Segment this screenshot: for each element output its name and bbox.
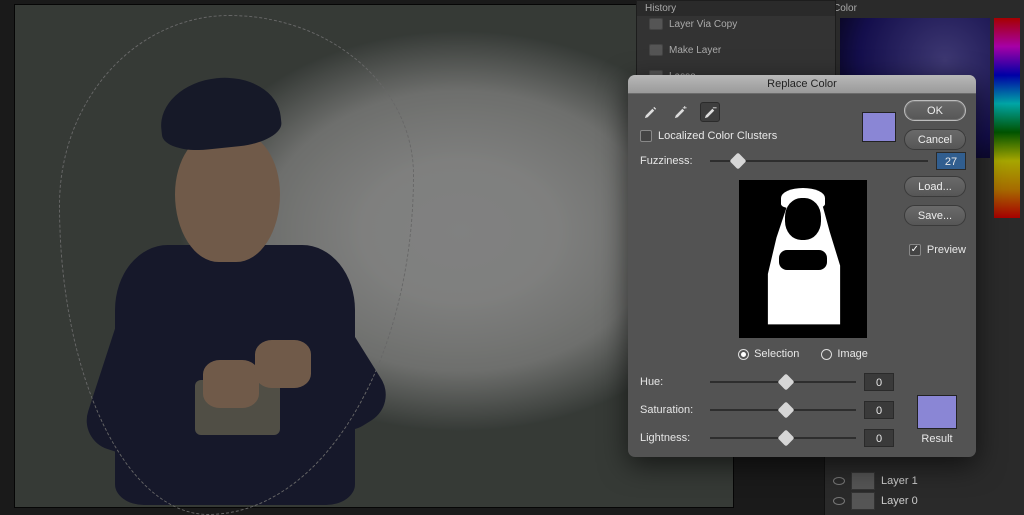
mode-selection-radio[interactable]: Selection (738, 348, 799, 360)
saturation-value[interactable]: 0 (864, 401, 894, 419)
layer-label: Layer 1 (881, 475, 918, 487)
layer-label: Layer 0 (881, 495, 918, 507)
save-button[interactable]: Save... (904, 205, 966, 226)
history-item[interactable]: Make Layer (637, 42, 835, 58)
localized-clusters-checkbox[interactable] (640, 130, 652, 142)
source-color-swatch[interactable] (862, 112, 896, 142)
lightness-value[interactable]: 0 (864, 429, 894, 447)
history-item[interactable]: Layer Via Copy (637, 16, 835, 32)
visibility-icon[interactable] (833, 477, 845, 485)
selection-preview[interactable] (739, 180, 867, 338)
history-step-icon (649, 44, 663, 56)
history-panel-title: History (637, 1, 835, 16)
document-canvas[interactable] (14, 4, 734, 508)
lightness-slider[interactable] (710, 431, 856, 445)
hue-spectrum[interactable] (994, 18, 1020, 218)
result-label: Result (908, 433, 966, 445)
lasso-selection-outline (59, 15, 414, 515)
ok-button[interactable]: OK (904, 100, 966, 121)
radio-icon (738, 349, 749, 360)
eyedropper-subtract-tool[interactable] (700, 102, 720, 122)
preview-label: Preview (927, 244, 966, 256)
fuzziness-label: Fuzziness: (640, 155, 702, 167)
canvas-illustration (105, 50, 385, 510)
replace-color-dialog: Replace Color Color: Localized Color Clu… (628, 75, 976, 457)
dialog-title[interactable]: Replace Color (628, 75, 976, 94)
history-step-icon (649, 18, 663, 30)
mode-image-radio[interactable]: Image (821, 348, 868, 360)
layer-thumbnail (851, 472, 875, 490)
hue-label: Hue: (640, 376, 702, 388)
saturation-label: Saturation: (640, 404, 702, 416)
lightness-label: Lightness: (640, 432, 702, 444)
eyedropper-add-tool[interactable] (670, 102, 690, 122)
eyedropper-tool[interactable] (640, 102, 660, 122)
cancel-button[interactable]: Cancel (904, 129, 966, 150)
layer-thumbnail (851, 492, 875, 510)
preview-checkbox[interactable] (909, 244, 921, 256)
visibility-icon[interactable] (833, 497, 845, 505)
saturation-slider[interactable] (710, 403, 856, 417)
color-panel-tab[interactable]: Color (825, 0, 1024, 17)
result-color-swatch[interactable] (917, 395, 957, 429)
hue-value[interactable]: 0 (864, 373, 894, 391)
layer-row[interactable]: Layer 0 (825, 491, 1024, 511)
hue-slider[interactable] (710, 375, 856, 389)
layer-row[interactable]: Layer 1 (825, 471, 1024, 491)
radio-icon (821, 349, 832, 360)
fuzziness-slider[interactable] (710, 154, 928, 168)
load-button[interactable]: Load... (904, 176, 966, 197)
localized-clusters-label: Localized Color Clusters (658, 130, 777, 142)
